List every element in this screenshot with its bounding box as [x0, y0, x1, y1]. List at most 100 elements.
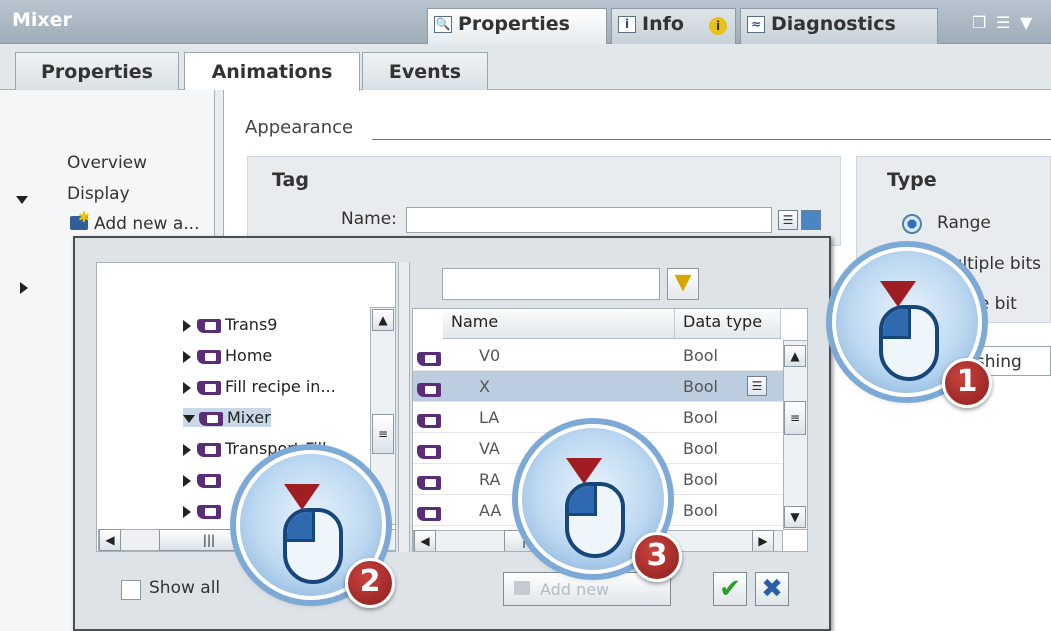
tag-selection-dialog: Trans9 Home Fill recipe in... Mixer Tran… [73, 236, 831, 631]
window-title: Mixer [12, 9, 72, 31]
mouse-icon [879, 305, 939, 381]
expand-right-icon[interactable] [183, 319, 191, 332]
tree-item[interactable] [183, 470, 225, 489]
list-icon[interactable]: ☰ [747, 376, 767, 396]
column-data-type[interactable]: Data type [675, 309, 781, 339]
expand-right-icon[interactable] [20, 282, 28, 294]
properties-icon: 🔍 [434, 16, 452, 33]
mouse-icon [283, 508, 343, 584]
tag-data-type: Bool [683, 439, 718, 458]
subtab-events[interactable]: Events [362, 52, 488, 90]
expand-down-icon[interactable] [16, 196, 28, 204]
tag-data-type: Bool [683, 346, 718, 365]
arrow-down-icon [284, 484, 320, 510]
hmi-screen-icon [199, 411, 223, 426]
tree-item[interactable]: Fill recipe in... [183, 377, 336, 396]
tag-data-type: Bool [683, 377, 718, 396]
tag-group-title: Tag [272, 169, 309, 191]
type-option-range[interactable]: Range [937, 213, 991, 233]
info-tab-icon: i [618, 16, 636, 33]
tree-item-selected[interactable]: Mixer [183, 408, 271, 427]
splitter[interactable] [214, 90, 224, 250]
browse-dropdown-icon[interactable] [801, 210, 821, 230]
expand-right-icon[interactable] [183, 381, 191, 394]
section-heading: Appearance [245, 117, 354, 138]
mouse-left-button-icon [287, 512, 315, 542]
callout-badge-3: 3 [632, 532, 682, 582]
tree-item[interactable]: Home [183, 346, 272, 365]
scroll-down-icon[interactable]: ▼ [784, 506, 806, 528]
title-bar: Mixer 🔍 Properties i Info i ≈ Diagnostic… [0, 0, 1051, 44]
hmi-screen-icon [197, 473, 221, 488]
tab-info-label: Info [642, 13, 684, 35]
column-name[interactable]: Name [443, 309, 675, 339]
scroll-up-icon[interactable]: ▲ [372, 309, 394, 331]
tag-icon [417, 444, 441, 459]
range-radio-icon[interactable] [902, 214, 922, 234]
expand-right-icon[interactable] [183, 350, 191, 363]
arrow-down-icon [880, 281, 916, 307]
tag-data-type: Bool [683, 408, 718, 427]
expand-right-icon[interactable] [183, 443, 191, 456]
tree-item[interactable] [183, 501, 225, 520]
arrow-down-icon [566, 458, 602, 484]
tag-icon [417, 382, 441, 397]
info-badge-icon: i [709, 17, 727, 35]
tag-icon [417, 413, 441, 428]
diagnostics-icon: ≈ [747, 16, 765, 33]
tree-item[interactable]: Trans9 [183, 315, 277, 334]
show-all-checkbox[interactable] [121, 580, 141, 600]
nav-display[interactable]: Display [67, 184, 130, 204]
section-divider [372, 139, 1051, 140]
checkmark-icon[interactable]: ✔ [713, 572, 747, 606]
tab-diagnostics-label: Diagnostics [771, 13, 896, 35]
list-icon[interactable]: ☰ [778, 210, 798, 230]
name-label: Name: [341, 209, 397, 229]
tree-item-label: Mixer [227, 408, 271, 427]
hmi-screen-icon [197, 504, 221, 519]
add-new-icon [514, 581, 530, 595]
callout-badge-2: 2 [345, 558, 395, 608]
expand-right-icon[interactable] [183, 505, 191, 518]
hmi-screen-icon [197, 318, 221, 333]
subtab-animations[interactable]: Animations [184, 52, 360, 91]
tag-icon [417, 506, 441, 521]
tree-item-label: Trans9 [225, 315, 278, 334]
tag-name: V0 [479, 346, 501, 365]
hmi-screen-icon [197, 380, 221, 395]
nav-add-new[interactable]: Add new a... [94, 214, 200, 234]
type-group-title: Type [887, 169, 937, 191]
hmi-screen-icon [197, 442, 221, 457]
scroll-thumb[interactable]: ≡ [784, 401, 806, 435]
tag-name: VA [479, 439, 500, 458]
filter-icon[interactable]: ▼ [667, 268, 699, 300]
mouse-left-button-icon [883, 309, 911, 339]
tab-diagnostics[interactable]: ≈ Diagnostics [740, 8, 938, 44]
show-all-label[interactable]: Show all [149, 578, 220, 598]
tag-group: Tag Name: ☰ [247, 156, 841, 246]
expand-down-icon[interactable] [183, 414, 195, 423]
subtab-properties[interactable]: Properties [15, 52, 179, 90]
table-row[interactable]: V0 Bool [413, 340, 783, 371]
menu-icon[interactable]: ☰ [996, 13, 1010, 32]
tree-item-label: Home [225, 346, 273, 365]
scroll-thumb[interactable]: ≡ [372, 414, 394, 454]
dialog-splitter[interactable] [398, 262, 410, 552]
table-row-selected[interactable]: X Bool ☰ [413, 371, 783, 402]
nav-overview[interactable]: Overview [67, 153, 147, 173]
scroll-up-icon[interactable]: ▲ [784, 345, 806, 367]
tag-name-input[interactable] [406, 207, 772, 233]
callout-badge-1: 1 [942, 358, 992, 408]
tag-name: AA [479, 501, 502, 520]
cross-icon[interactable]: ✖ [755, 572, 789, 606]
filter-input[interactable] [442, 268, 660, 300]
restore-icon[interactable]: ❐ [972, 13, 986, 32]
scroll-left-icon[interactable]: ◀ [99, 529, 121, 551]
tab-info[interactable]: i Info i [611, 8, 736, 44]
expand-right-icon[interactable] [183, 474, 191, 487]
table-scrollbar[interactable]: ▲ ≡ ▼ [783, 340, 807, 530]
scroll-right-icon[interactable]: ▶ [752, 530, 774, 551]
tab-properties[interactable]: 🔍 Properties [427, 8, 607, 44]
scroll-left-icon[interactable]: ◀ [414, 530, 436, 551]
chevron-down-icon[interactable]: ▼ [1020, 13, 1032, 32]
